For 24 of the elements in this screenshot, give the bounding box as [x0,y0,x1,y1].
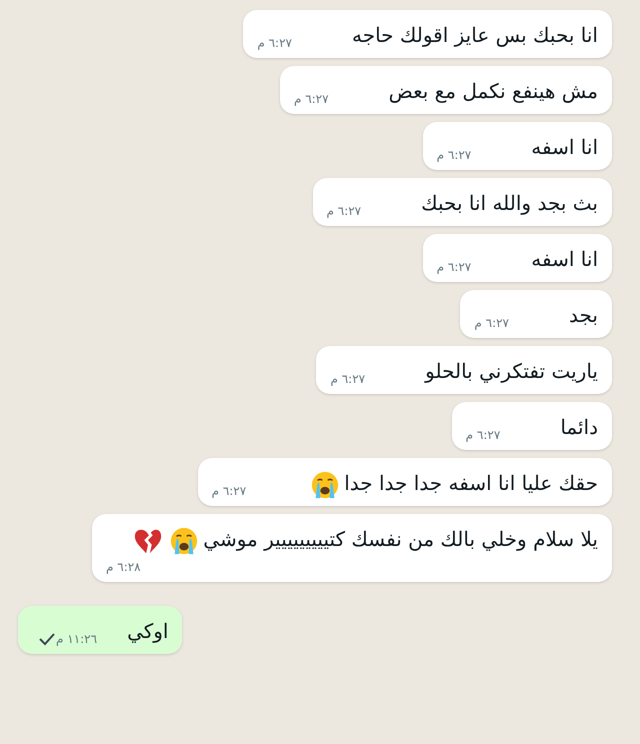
message-text: حقك عليا انا اسفه جدا جدا جدا [344,471,598,495]
message-time: ٦:٢٧ م [466,427,500,444]
message-text: يلا سلام وخلي بالك من نفسك كتييييييييير موشي [203,527,598,551]
message-text: انا اسفه [531,247,598,271]
message-text: بجد [569,303,598,327]
message-time: ٦:٢٧ م [436,147,472,164]
message-time: ٦:٢٧ م [212,483,246,500]
message-text: اوكي [127,619,168,643]
message-time: ٦:٢٧ م [294,91,329,108]
message-text: مش هينفع نكمل مع بعض [388,79,598,103]
crying-face-icon [169,526,200,556]
message-time: ٦:٢٧ م [326,203,362,220]
message-text: انا اسفه [531,135,598,159]
message-time: ٦:٢٧ م [436,259,472,276]
message-time: ٦:٢٧ م [257,35,292,52]
crying-face-icon [310,470,340,500]
message-text: بث بجد والله انا بحبك [421,191,598,215]
message-time: ٦:٢٨ م [106,559,141,576]
message-text: دائما [560,415,598,439]
message-text: انا بحبك بس عايز اقولك حاجه [352,23,598,47]
message-time: ١١:٢٦ م [56,631,98,648]
message-text: ياريت تفتكرني بالحلو [425,359,598,383]
message-time: ٦:٢٧ م [474,315,510,332]
message-time: ٦:٢٧ م [330,371,366,388]
